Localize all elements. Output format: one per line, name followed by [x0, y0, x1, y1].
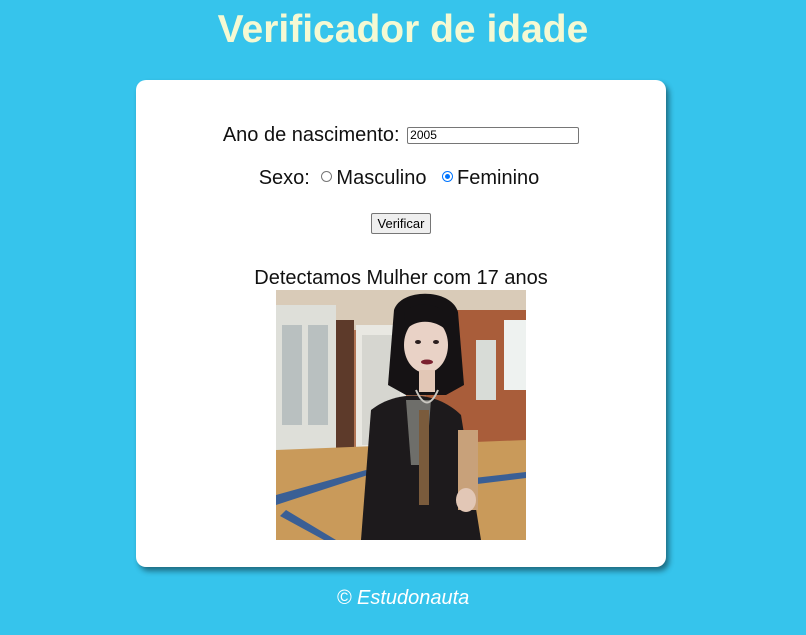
footer-copyright: © Estudonauta — [336, 587, 470, 609]
button-row: Verificar — [136, 211, 666, 234]
result-text: Detectamos Mulher com 17 anos — [254, 267, 548, 289]
sex-row: Sexo: Masculino Feminino — [136, 165, 666, 191]
form-card: Ano de nascimento: Sexo: Masculino Femin… — [136, 80, 666, 567]
verify-button[interactable]: Verificar — [370, 213, 432, 234]
woman-photo-image — [276, 290, 526, 540]
birth-year-input[interactable] — [407, 126, 580, 144]
radio-feminino[interactable] — [442, 171, 454, 182]
radio-masculino[interactable] — [321, 171, 333, 182]
page-title: Verificador de idade — [217, 8, 589, 51]
sex-label: Sexo: — [258, 167, 310, 189]
result-photo — [276, 290, 526, 540]
radio-feminino-label[interactable]: Feminino — [457, 167, 539, 189]
radio-masculino-label[interactable]: Masculino — [336, 167, 426, 189]
birth-year-row: Ano de nascimento: — [136, 122, 666, 148]
birth-year-label: Ano de nascimento: — [222, 124, 400, 146]
